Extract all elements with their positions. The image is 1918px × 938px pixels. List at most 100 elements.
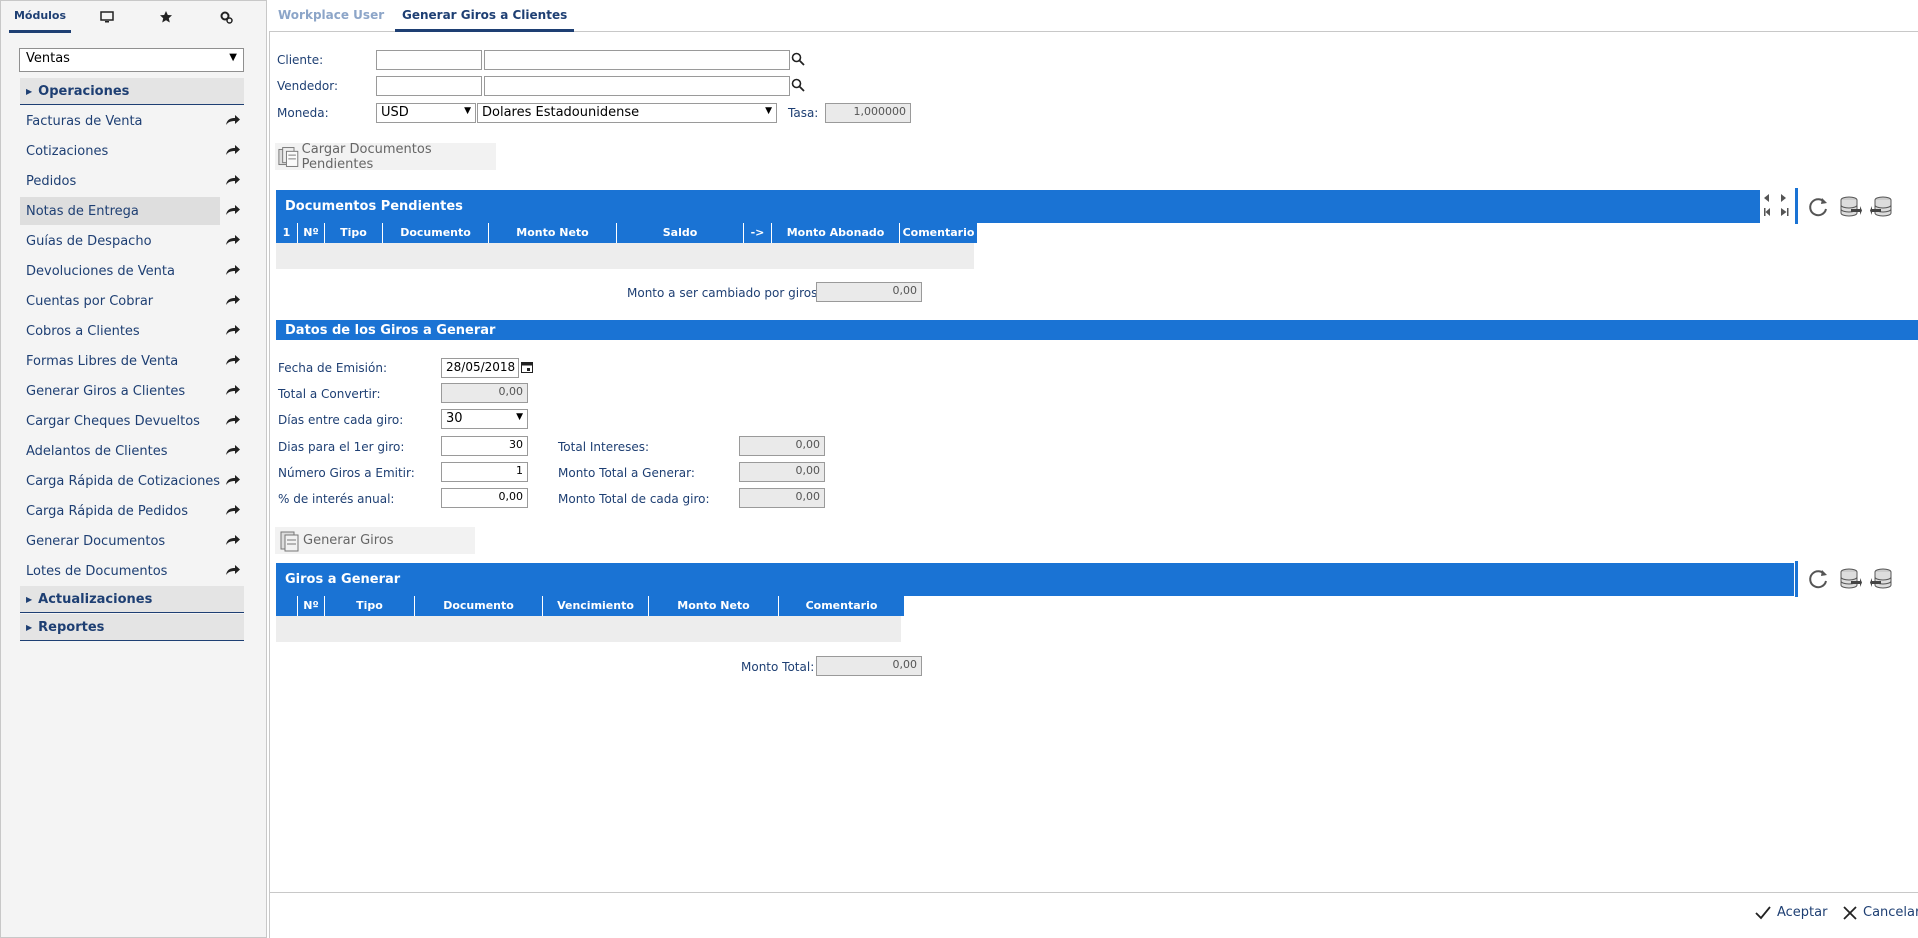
module-select[interactable]: Ventas ▼ (19, 48, 244, 72)
monitor-icon[interactable] (89, 1, 125, 33)
sidebar-item[interactable]: Lotes de Documentos (20, 557, 240, 585)
calendar-icon[interactable] (521, 361, 533, 376)
sidebar-item[interactable]: Devoluciones de Venta (20, 257, 240, 285)
sidebar-item[interactable]: Generar Documentos (20, 527, 240, 555)
share-arrow-icon[interactable] (225, 204, 241, 216)
vendedor-label: Vendedor: (277, 79, 338, 93)
sidebar-item[interactable]: Cuentas por Cobrar (20, 287, 240, 315)
share-arrow-icon[interactable] (225, 414, 241, 426)
section-actualizaciones[interactable]: ▶ Actualizaciones (20, 586, 244, 613)
sidebar-item[interactable]: Facturas de Venta (20, 107, 240, 135)
database-export-icon[interactable] (1838, 195, 1862, 222)
database-import-icon[interactable] (1870, 195, 1894, 222)
column-header[interactable]: Comentario (900, 223, 978, 243)
column-header[interactable]: Documento (383, 223, 489, 243)
column-header[interactable]: Monto Abonado (772, 223, 900, 243)
tab-modules[interactable]: Módulos (9, 1, 71, 33)
share-arrow-icon[interactable] (225, 534, 241, 546)
column-header[interactable]: 1 (276, 223, 298, 243)
vendedor-name-input[interactable] (484, 76, 790, 96)
monto-cambiado-label: Monto a ser cambiado por giros: (627, 286, 822, 300)
sidebar-item[interactable]: Guías de Despacho (20, 227, 240, 255)
chevron-down-icon: ▼ (229, 52, 237, 63)
column-header[interactable]: Nº (298, 223, 325, 243)
dias-entre-select[interactable]: 30 ▼ (441, 409, 528, 429)
column-header[interactable]: Monto Neto (489, 223, 617, 243)
interes-anual-input[interactable]: 0,00 (441, 488, 528, 508)
section-label: Actualizaciones (38, 591, 153, 607)
sidebar-item[interactable]: Notas de Entrega (20, 197, 220, 225)
star-icon[interactable] (148, 1, 184, 33)
column-header[interactable]: -> (744, 223, 772, 243)
refresh-icon[interactable] (1806, 195, 1830, 222)
sidebar-item-label: Cobros a Clientes (26, 323, 140, 339)
section-reportes[interactable]: ▶ Reportes (20, 614, 244, 641)
cargar-pendientes-button[interactable]: Cargar Documentos Pendientes (275, 142, 496, 172)
tab-generar-giros[interactable]: Generar Giros a Clientes (395, 8, 575, 32)
sidebar-item-label: Notas de Entrega (26, 203, 139, 219)
sidebar-item[interactable]: Cobros a Clientes (20, 317, 240, 345)
gear-icon[interactable] (208, 1, 244, 33)
pendientes-header: Documentos Pendientes (276, 190, 1760, 223)
share-arrow-icon[interactable] (225, 264, 241, 276)
share-arrow-icon[interactable] (225, 384, 241, 396)
share-arrow-icon[interactable] (225, 324, 241, 336)
column-header[interactable]: Nº (298, 596, 325, 616)
toolbar-divider (1795, 188, 1798, 224)
sidebar-item[interactable]: Cotizaciones (20, 137, 240, 165)
fecha-emision-input[interactable]: 28/05/2018 (441, 358, 519, 378)
database-import-icon[interactable] (1870, 567, 1894, 594)
share-arrow-icon[interactable] (225, 144, 241, 156)
search-icon[interactable] (791, 78, 805, 95)
giros-title: Giros a Generar (285, 572, 401, 587)
datos-header: Datos de los Giros a Generar (276, 320, 1918, 340)
cancel-button[interactable]: Cancelar (1843, 905, 1918, 920)
column-header[interactable]: Saldo (617, 223, 744, 243)
share-arrow-icon[interactable] (225, 174, 241, 186)
column-header[interactable] (276, 596, 298, 616)
sidebar-item[interactable]: Pedidos (20, 167, 240, 195)
refresh-icon[interactable] (1806, 567, 1830, 594)
cliente-name-input[interactable] (484, 50, 790, 70)
total-intereses-input: 0,00 (739, 436, 825, 456)
sidebar-item[interactable]: Cargar Cheques Devueltos (20, 407, 240, 435)
numero-giros-input[interactable]: 1 (441, 462, 528, 482)
pager-controls (1762, 190, 1792, 223)
dias-primer-input[interactable]: 30 (441, 436, 528, 456)
giros-header: Giros a Generar (276, 563, 1794, 596)
moneda-name-value: Dolares Estadounidense (482, 105, 640, 120)
accept-button[interactable]: Aceptar (1755, 905, 1827, 920)
sidebar-item-label: Carga Rápida de Cotizaciones (26, 473, 221, 489)
share-arrow-icon[interactable] (225, 444, 241, 456)
database-export-icon[interactable] (1838, 567, 1862, 594)
column-header[interactable]: Tipo (325, 223, 383, 243)
vendedor-code-input[interactable] (376, 76, 482, 96)
share-arrow-icon[interactable] (225, 294, 241, 306)
sidebar-item[interactable]: Carga Rápida de Cotizaciones (20, 467, 240, 495)
cliente-code-input[interactable] (376, 50, 482, 70)
generar-giros-button[interactable]: Generar Giros (275, 527, 475, 554)
share-arrow-icon[interactable] (225, 354, 241, 366)
column-header[interactable]: Comentario (779, 596, 905, 616)
column-header[interactable]: Vencimiento (543, 596, 649, 616)
share-arrow-icon[interactable] (225, 114, 241, 126)
sidebar-item-label: Adelantos de Clientes (26, 443, 168, 459)
sidebar-item[interactable]: Carga Rápida de Pedidos (20, 497, 240, 525)
sidebar-item[interactable]: Formas Libres de Venta (20, 347, 240, 375)
sidebar-item[interactable]: Adelantos de Clientes (20, 437, 240, 465)
moneda-name-select[interactable]: Dolares Estadounidense ▼ (477, 103, 777, 123)
column-header[interactable]: Tipo (325, 596, 415, 616)
column-header[interactable]: Monto Neto (649, 596, 779, 616)
caret-right-icon: ▶ (26, 86, 33, 96)
column-header[interactable]: Documento (415, 596, 543, 616)
share-arrow-icon[interactable] (225, 504, 241, 516)
share-arrow-icon[interactable] (225, 234, 241, 246)
moneda-code-select[interactable]: USD ▼ (376, 103, 476, 123)
tab-workplace-user[interactable]: Workplace User (271, 8, 391, 32)
search-icon[interactable] (791, 52, 805, 69)
section-operaciones[interactable]: ▶ Operaciones (20, 78, 244, 105)
sidebar-item[interactable]: Generar Giros a Clientes (20, 377, 240, 405)
giros-grid: Nº Tipo Documento Vencimiento Monto Neto Come… (276, 596, 905, 642)
share-arrow-icon[interactable] (225, 474, 241, 486)
share-arrow-icon[interactable] (225, 564, 241, 576)
